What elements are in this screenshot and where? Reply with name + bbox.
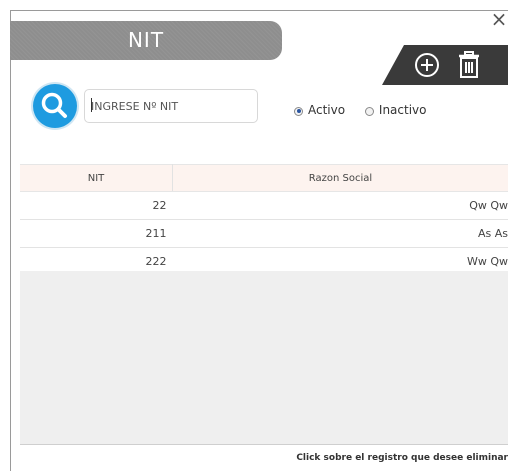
- status-filter: Activo Inactivo: [294, 104, 442, 119]
- action-toolbar: [382, 45, 508, 85]
- cell-razon-social: As As: [173, 220, 508, 248]
- table-row[interactable]: 22 Qw Qw: [20, 192, 508, 220]
- page-title: NIT: [10, 21, 282, 60]
- cell-nit: 211: [20, 220, 173, 248]
- search-button[interactable]: [33, 84, 77, 128]
- radio-inactivo-label: Inactivo: [379, 103, 427, 117]
- table-empty-area: [20, 271, 508, 445]
- text-caret: [91, 98, 92, 112]
- radio-activo[interactable]: Activo: [294, 104, 345, 118]
- radio-inactivo[interactable]: Inactivo: [365, 104, 427, 118]
- column-header-nit[interactable]: NIT: [20, 165, 173, 192]
- column-header-razon-social[interactable]: Razon Social: [173, 165, 508, 192]
- add-button[interactable]: [412, 50, 442, 80]
- close-icon[interactable]: ×: [490, 10, 508, 28]
- cell-razon-social: Qw Qw: [173, 192, 508, 220]
- search-icon: [33, 84, 77, 128]
- radio-activo-dot: [294, 107, 303, 116]
- radio-inactivo-dot: [365, 107, 374, 116]
- radio-activo-label: Activo: [308, 103, 345, 117]
- table-header-row: NIT Razon Social: [20, 165, 508, 192]
- footer-hint: Click sobre el registro que desee elimin…: [296, 453, 508, 463]
- nit-table: NIT Razon Social 22 Qw Qw 211 As As 222 …: [20, 164, 508, 276]
- cell-nit: 22: [20, 192, 173, 220]
- table-row[interactable]: 211 As As: [20, 220, 508, 248]
- add-icon: [412, 50, 442, 80]
- trash-icon: [456, 49, 482, 81]
- search-input[interactable]: [84, 89, 258, 123]
- delete-button[interactable]: [456, 49, 482, 81]
